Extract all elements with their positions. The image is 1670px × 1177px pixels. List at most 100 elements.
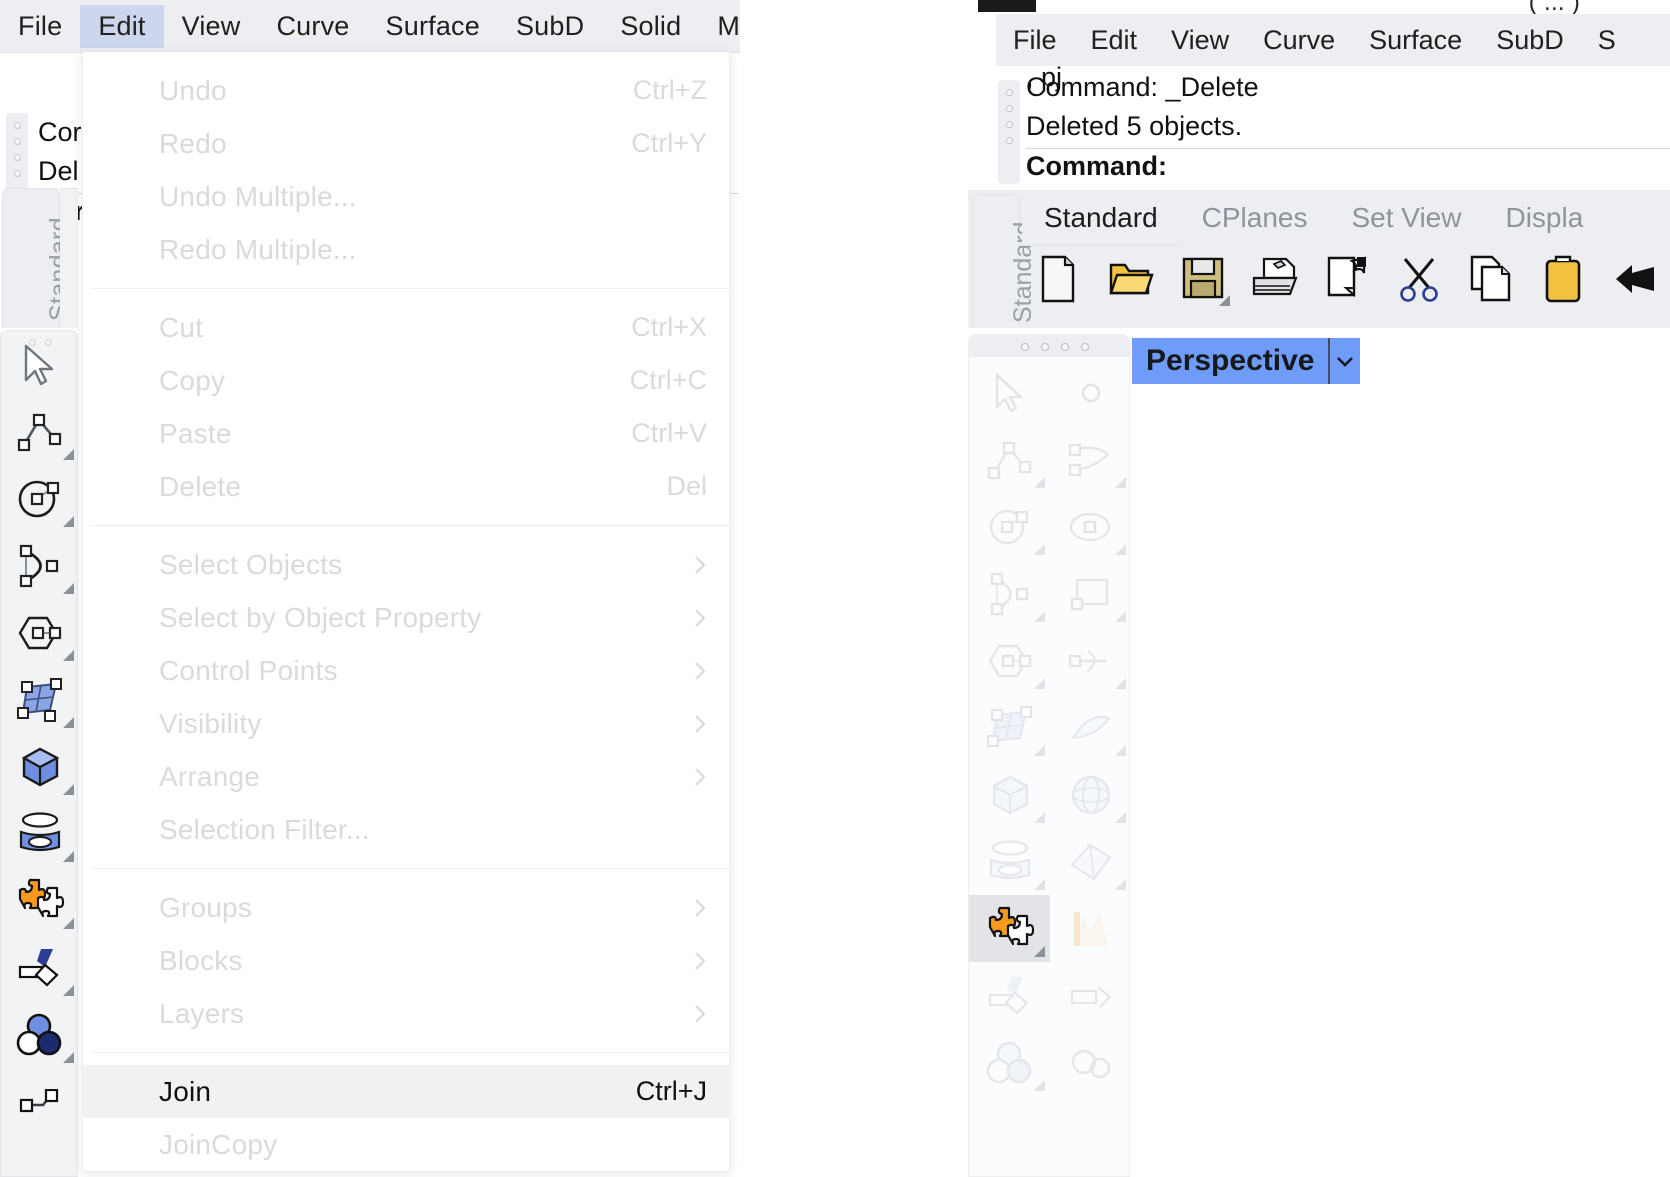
left-menu-surface[interactable]: Surface — [368, 5, 498, 48]
flyout-corner-icon[interactable] — [63, 985, 74, 996]
flyout-corner-icon[interactable] — [1115, 477, 1126, 488]
flyout-corner-icon[interactable] — [1034, 812, 1045, 823]
flyout-corner-icon[interactable] — [1115, 879, 1126, 890]
right-menu-subd[interactable]: SubD — [1479, 19, 1581, 62]
control-point-icon[interactable] — [1050, 359, 1131, 426]
open-folder-icon[interactable] — [1102, 248, 1160, 310]
flyout-corner-icon[interactable] — [1115, 745, 1126, 756]
viewport-tab-row: Perspective — [1132, 334, 1670, 386]
right-vertical-tabstrip[interactable]: Standard — [972, 194, 1037, 328]
cylinder-icon[interactable] — [969, 828, 1050, 895]
polygon-icon[interactable] — [969, 627, 1050, 694]
flyout-corner-icon[interactable] — [63, 650, 74, 661]
flyout-corner-icon[interactable] — [63, 583, 74, 594]
right-menu-curve[interactable]: Curve — [1246, 19, 1352, 62]
flyout-corner-icon[interactable] — [1115, 678, 1126, 689]
right-command-grip[interactable] — [998, 80, 1020, 184]
undo-arrow-icon[interactable] — [1606, 248, 1664, 310]
flyout-corner-icon[interactable] — [63, 918, 74, 929]
right-toolbar-tab-cplanes[interactable]: CPlanes — [1180, 192, 1330, 246]
print-icon[interactable] — [1246, 248, 1304, 310]
circles-icon[interactable] — [969, 1029, 1050, 1096]
menu-item-label: Arrange — [159, 760, 261, 792]
viewport-canvas[interactable] — [1132, 386, 1670, 1177]
join-puzzle-icon[interactable] — [1, 867, 79, 934]
select-arrow-icon[interactable] — [1, 331, 79, 398]
viewport-tab-perspective[interactable]: Perspective — [1132, 338, 1361, 384]
right-command-prompt[interactable]: Command: — [1026, 151, 1167, 182]
left-menu-solid[interactable]: Solid — [602, 5, 699, 48]
polygon-icon[interactable] — [1, 599, 79, 666]
right-menu-s[interactable]: S — [1581, 19, 1633, 62]
copy-to-clipboard-icon[interactable] — [1318, 248, 1376, 310]
cut-scissors-icon[interactable] — [1390, 248, 1448, 310]
flyout-corner-icon[interactable] — [1115, 611, 1126, 622]
select-arrow-icon[interactable] — [969, 359, 1050, 426]
right-palette-grip[interactable] — [969, 335, 1131, 357]
flyout-corner-icon[interactable] — [1034, 879, 1045, 890]
left-menu-curve[interactable]: Curve — [258, 5, 367, 48]
freeform-curve-icon[interactable] — [1050, 426, 1131, 493]
circles-icon[interactable] — [1, 1001, 79, 1068]
flyout-corner-icon[interactable] — [1115, 544, 1126, 555]
flyout-corner-icon[interactable] — [63, 851, 74, 862]
box-icon[interactable] — [1, 733, 79, 800]
save-floppy-icon[interactable] — [1174, 248, 1232, 310]
left-menu-view[interactable]: View — [164, 5, 259, 48]
ellipse-icon[interactable] — [1050, 493, 1131, 560]
flyout-corner-icon[interactable] — [1034, 611, 1045, 622]
flyout-corner-icon[interactable] — [63, 516, 74, 527]
rectangle-icon[interactable] — [1050, 560, 1131, 627]
circle-icon[interactable] — [1, 465, 79, 532]
new-file-icon[interactable] — [1030, 248, 1088, 310]
right-menu-edit[interactable]: Edit — [1074, 19, 1155, 62]
flyout-corner-icon[interactable] — [1034, 544, 1045, 555]
polyline-icon[interactable] — [1, 398, 79, 465]
arc-icon[interactable] — [969, 560, 1050, 627]
right-menu-surface[interactable]: Surface — [1352, 19, 1479, 62]
flyout-corner-icon[interactable] — [1115, 812, 1126, 823]
flyout-corner-icon[interactable] — [63, 1052, 74, 1063]
menu-item-join[interactable]: Join Ctrl+J — [83, 1065, 729, 1118]
subd-icon[interactable] — [1050, 828, 1131, 895]
boolean-icon[interactable] — [1, 934, 79, 1001]
flyout-corner-icon[interactable] — [1034, 678, 1045, 689]
flyout-corner-icon[interactable] — [63, 449, 74, 460]
flyout-corner-icon[interactable] — [1219, 295, 1230, 306]
right-toolbar-tab-standard[interactable]: Standard — [1022, 192, 1180, 246]
cylinder-icon[interactable] — [1, 800, 79, 867]
box-icon[interactable] — [969, 761, 1050, 828]
chevron-down-icon[interactable] — [1328, 338, 1360, 384]
arc-icon[interactable] — [1, 532, 79, 599]
boolean-two-icon[interactable] — [1050, 1029, 1131, 1096]
right-menu-file[interactable]: File — [996, 19, 1074, 62]
more-tools-icon[interactable] — [1, 1068, 79, 1135]
explode-icon[interactable] — [1050, 895, 1131, 962]
surface-icon[interactable] — [969, 694, 1050, 761]
curve-from-object-icon[interactable] — [1050, 627, 1131, 694]
left-menu-subd[interactable]: SubD — [498, 5, 602, 48]
loft-surface-icon[interactable] — [1050, 694, 1131, 761]
circle-icon[interactable] — [969, 493, 1050, 560]
sphere-icon[interactable] — [1050, 761, 1131, 828]
flyout-corner-icon[interactable] — [63, 717, 74, 728]
left-menu-file[interactable]: File — [0, 5, 80, 48]
flyout-corner-icon[interactable] — [63, 784, 74, 795]
join-puzzle-icon[interactable] — [969, 895, 1050, 962]
paste-clipboard-icon[interactable] — [1534, 248, 1592, 310]
boolean-icon[interactable] — [969, 962, 1050, 1029]
flyout-corner-icon[interactable] — [1034, 1080, 1045, 1091]
flyout-corner-icon[interactable] — [1034, 477, 1045, 488]
copy-pages-icon[interactable] — [1462, 248, 1520, 310]
polyline-icon[interactable] — [969, 426, 1050, 493]
right-menu-view[interactable]: View — [1154, 19, 1246, 62]
left-menu-edit[interactable]: Edit — [80, 4, 164, 48]
right-toolbar-tab-set-view[interactable]: Set View — [1329, 192, 1483, 246]
surface-icon[interactable] — [1, 666, 79, 733]
flyout-corner-icon[interactable] — [1034, 745, 1045, 756]
trim-icon[interactable] — [1050, 962, 1131, 1029]
right-toolbar-tab-displa[interactable]: Displa — [1483, 192, 1605, 246]
flyout-corner-icon[interactable] — [1034, 946, 1045, 957]
right-app-icon — [978, 0, 1036, 12]
left-vertical-tabstrip[interactable]: Standard — [2, 188, 73, 328]
